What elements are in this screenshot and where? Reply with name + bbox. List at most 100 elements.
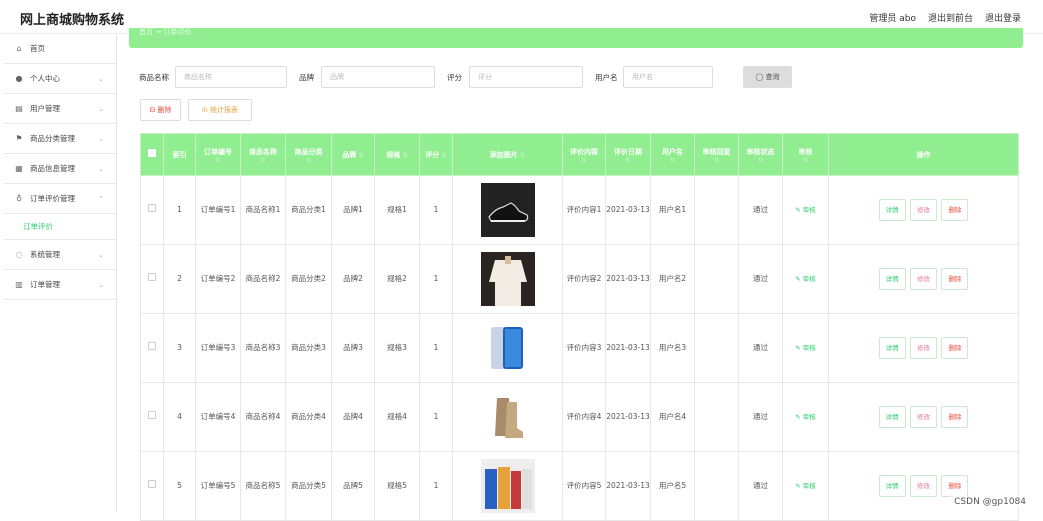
exit-front-link[interactable]: 退出到前台 (928, 11, 973, 24)
edit-button[interactable]: 修改 (910, 475, 937, 497)
remove-button[interactable]: 删除 (941, 199, 968, 221)
cell-date: 2021-03-13 (606, 452, 651, 521)
col-brand[interactable]: 品牌 ⇅ (332, 134, 375, 176)
cell-content: 评价内容4 (563, 383, 606, 452)
name-input[interactable]: 商品名称 (175, 66, 287, 88)
cell-brand: 品牌2 (332, 245, 375, 314)
row-checkbox[interactable] (141, 245, 164, 314)
detail-button[interactable]: 详情 (879, 406, 906, 428)
cell-index: 1 (164, 176, 196, 245)
remove-button[interactable]: 删除 (941, 337, 968, 359)
cell-image[interactable] (453, 452, 563, 521)
detail-button[interactable]: 详情 (879, 199, 906, 221)
col-ops: 操作 (829, 134, 1019, 176)
cell-user: 用户名3 (651, 314, 695, 383)
cell-audit: ✎ 审核 (783, 314, 829, 383)
sidebar-item-home[interactable]: ⌂ 首页 (4, 34, 116, 64)
edit-button[interactable]: 修改 (910, 199, 937, 221)
audit-link[interactable]: ✎ 审核 (795, 344, 816, 352)
cell-ops: 详情 修改 删除 (829, 314, 1019, 383)
cell-name: 商品名称4 (241, 383, 286, 452)
remove-button[interactable]: 删除 (941, 406, 968, 428)
detail-button[interactable]: 详情 (879, 475, 906, 497)
col-audit[interactable]: 审核⇅ (783, 134, 829, 176)
brand-input[interactable]: 品牌 (321, 66, 435, 88)
edit-button[interactable]: 修改 (910, 406, 937, 428)
row-checkbox[interactable] (141, 314, 164, 383)
col-order[interactable]: 订单编号⇅ (196, 134, 241, 176)
col-category[interactable]: 商品分类⇅ (286, 134, 332, 176)
col-content[interactable]: 评价内容⇅ (563, 134, 606, 176)
delete-button[interactable]: ⊟ 删除 (140, 99, 181, 121)
cell-score: 1 (420, 383, 453, 452)
app-title: 网上商城购物系统 (20, 9, 124, 28)
col-spec[interactable]: 规格 ⇅ (375, 134, 420, 176)
cell-image[interactable] (453, 245, 563, 314)
sidebar-item-system[interactable]: ◌ 系统管理 ⌄ (4, 240, 116, 270)
sidebar-item-category[interactable]: ⚑ 商品分类管理 ⌄ (4, 124, 116, 154)
settings-icon: ◌ (14, 250, 24, 259)
detail-button[interactable]: 详情 (879, 268, 906, 290)
edit-button[interactable]: 修改 (910, 268, 937, 290)
cell-order: 订单编号4 (196, 383, 241, 452)
cell-date: 2021-03-13 (606, 245, 651, 314)
cell-category: 商品分类1 (286, 176, 332, 245)
cell-index: 3 (164, 314, 196, 383)
cell-content: 评价内容5 (563, 452, 606, 521)
audit-link[interactable]: ✎ 审核 (795, 206, 816, 214)
cell-status: 通过 (739, 176, 783, 245)
user-input[interactable]: 用户名 (623, 66, 713, 88)
col-index[interactable]: 索引 (164, 134, 196, 176)
audit-link[interactable]: ✎ 审核 (795, 482, 816, 490)
name-label: 商品名称 (139, 72, 175, 83)
audit-link[interactable]: ✎ 审核 (795, 413, 816, 421)
row-checkbox[interactable] (141, 176, 164, 245)
select-all-checkbox[interactable] (141, 134, 164, 176)
sidebar-item-orders[interactable]: ▥ 订单管理 ⌄ (4, 270, 116, 300)
cell-order: 订单编号3 (196, 314, 241, 383)
watermark: CSDN @gp1084 (951, 496, 1029, 508)
remove-button[interactable]: 删除 (941, 268, 968, 290)
cell-image[interactable] (453, 176, 563, 245)
sidebar-item-personal[interactable]: ● 个人中心 ⌄ (4, 64, 116, 94)
stats-button[interactable]: ılı 统计报表 (188, 99, 252, 121)
chevron-down-icon: ⌄ (98, 135, 104, 143)
sidebar-subitem-review[interactable]: 订单评价 (4, 214, 116, 240)
remove-button[interactable]: 删除 (941, 475, 968, 497)
cell-brand: 品牌4 (332, 383, 375, 452)
edit-button[interactable]: 修改 (910, 337, 937, 359)
sidebar-item-review[interactable]: ♁ 订单评价管理 ⌃ (4, 184, 116, 214)
row-checkbox[interactable] (141, 452, 164, 521)
detail-button[interactable]: 详情 (879, 337, 906, 359)
cell-brand: 品牌3 (332, 314, 375, 383)
order-icon: ▥ (14, 280, 24, 289)
col-name[interactable]: 商品名称⇅ (241, 134, 286, 176)
col-image[interactable]: 添加图片 ⇅ (453, 134, 563, 176)
chevron-down-icon: ⌄ (98, 105, 104, 113)
col-user[interactable]: 用户名⇅ (651, 134, 695, 176)
cell-order: 订单编号5 (196, 452, 241, 521)
cell-name: 商品名称1 (241, 176, 286, 245)
cell-audit: ✎ 审核 (783, 452, 829, 521)
search-bar: 商品名称 商品名称 品牌 品牌 评分 评分 用户名 用户名 (139, 66, 713, 88)
query-button[interactable]: ◯ 查询 (743, 66, 792, 88)
cell-image[interactable] (453, 383, 563, 452)
score-input[interactable]: 评分 (469, 66, 583, 88)
col-score[interactable]: 评分 ⇅ (420, 134, 453, 176)
logout-link[interactable]: 退出登录 (985, 11, 1021, 24)
cell-category: 商品分类3 (286, 314, 332, 383)
brand-label: 品牌 (299, 72, 321, 83)
table-row: 5 订单编号5 商品名称5 商品分类5 品牌5 规格5 1 评价内容5 2021… (141, 452, 1019, 521)
col-status[interactable]: 审核状态⇅ (739, 134, 783, 176)
row-checkbox[interactable] (141, 383, 164, 452)
col-reply[interactable]: 审核回复⇅ (695, 134, 739, 176)
cell-name: 商品名称2 (241, 245, 286, 314)
audit-link[interactable]: ✎ 审核 (795, 275, 816, 283)
sidebar-item-product[interactable]: ▦ 商品信息管理 ⌄ (4, 154, 116, 184)
sidebar-item-users[interactable]: ▤ 用户管理 ⌄ (4, 94, 116, 124)
col-date[interactable]: 评价日期⇅ (606, 134, 651, 176)
chevron-down-icon: ⌄ (98, 165, 104, 173)
cell-image[interactable] (453, 314, 563, 383)
cell-user: 用户名5 (651, 452, 695, 521)
cell-audit: ✎ 审核 (783, 245, 829, 314)
